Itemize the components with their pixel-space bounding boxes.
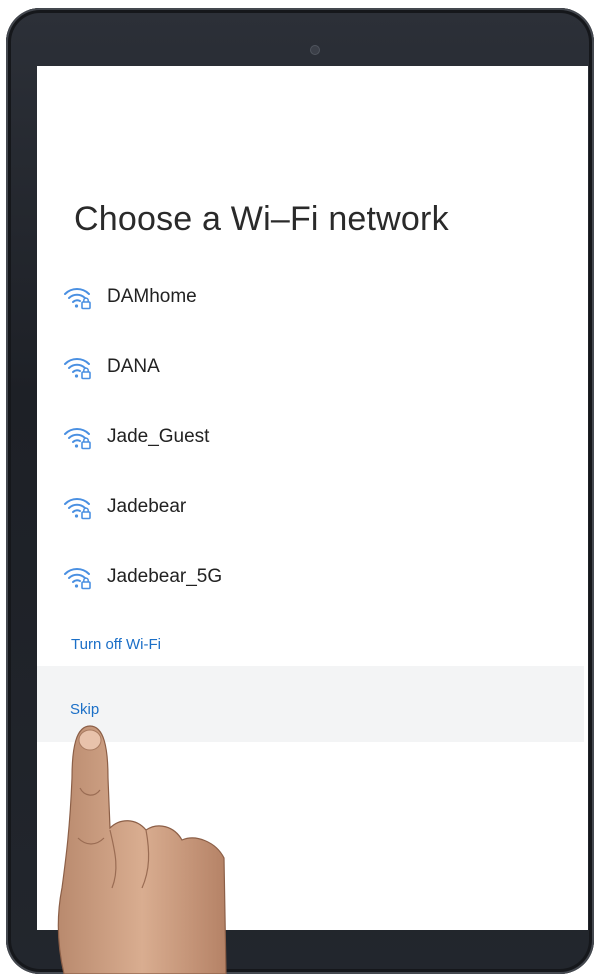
front-camera	[311, 46, 319, 54]
skip-button[interactable]: Skip	[70, 701, 99, 718]
network-name: DAMhome	[107, 286, 197, 307]
wifi-locked-icon	[64, 428, 91, 450]
network-item[interactable]: Jadebear_5G	[37, 552, 588, 602]
wifi-locked-icon	[64, 288, 91, 310]
network-item[interactable]: DANA	[37, 342, 588, 392]
pointing-hand-image	[57, 725, 227, 974]
wifi-locked-icon	[64, 358, 91, 380]
page-title: Choose a Wi–Fi network	[74, 200, 449, 238]
wifi-locked-icon	[64, 498, 91, 520]
network-item[interactable]: Jade_Guest	[37, 412, 588, 462]
turn-off-wifi-link[interactable]: Turn off Wi-Fi	[71, 636, 161, 653]
network-name: Jade_Guest	[107, 426, 210, 447]
network-item[interactable]: DAMhome	[37, 272, 588, 322]
network-name: Jadebear_5G	[107, 566, 223, 587]
network-item[interactable]: Jadebear	[37, 482, 588, 532]
wifi-locked-icon	[64, 568, 91, 590]
network-name: DANA	[107, 356, 160, 377]
network-name: Jadebear	[107, 496, 187, 517]
